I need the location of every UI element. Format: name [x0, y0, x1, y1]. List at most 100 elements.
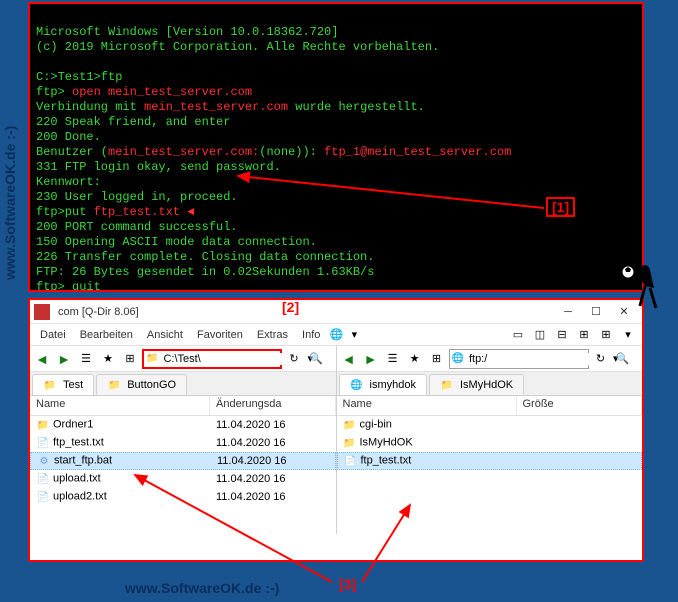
annotation-label-3: [3]	[335, 576, 360, 592]
titlebar[interactable]: com [Q-Dir 8.06] ─ ☐ ✕	[30, 300, 642, 324]
col-name[interactable]: Name	[337, 396, 517, 415]
list-item[interactable]: 📁Ordner1 11.04.2020 16	[30, 416, 336, 434]
folder-icon: 📁	[36, 418, 50, 432]
search-icon[interactable]: 🔍	[306, 349, 326, 369]
layout-2v-icon[interactable]: ◫	[530, 325, 550, 345]
folder-icon: 📁	[343, 418, 357, 432]
tab-test[interactable]: 📁Test	[32, 374, 94, 395]
forward-button[interactable]: ►	[361, 349, 381, 369]
soccer-graphic	[620, 258, 660, 318]
left-address-bar[interactable]: 📁 ▾	[142, 349, 282, 369]
term-user: ftp_1@mein_test_server.com	[324, 145, 511, 159]
list-item[interactable]: 📁cgi-bin	[337, 416, 643, 434]
command-prompt-window[interactable]: Microsoft Windows [Version 10.0.18362.72…	[28, 2, 644, 292]
star-icon[interactable]: ★	[405, 349, 425, 369]
tree-icon[interactable]: ⊞	[120, 349, 140, 369]
left-tabs: 📁Test 📁ButtonGO	[30, 372, 336, 396]
list-item-selected[interactable]: ⚙start_ftp.bat 11.04.2020 16	[30, 452, 336, 470]
tree-icon[interactable]: ⊞	[427, 349, 447, 369]
col-date[interactable]: Änderungsda	[210, 396, 336, 415]
window-title: com [Q-Dir 8.06]	[58, 306, 554, 318]
list-item-selected[interactable]: 📄ftp_test.txt	[337, 452, 643, 470]
term-line: ftp> quit	[36, 280, 101, 292]
term-line: 230 User logged in, proceed.	[36, 190, 238, 204]
list-item[interactable]: 📄ftp_test.txt 11.04.2020 16	[30, 434, 336, 452]
term-line: FTP: 26 Bytes gesendet in 0.02Sekunden 1…	[36, 265, 374, 279]
file-icon: 📄	[36, 490, 50, 504]
list-item[interactable]: 📁IsMyHdOK	[337, 434, 643, 452]
annotation-label-2: [2]	[278, 299, 303, 315]
maximize-button[interactable]: ☐	[582, 303, 610, 321]
right-pane: ◄ ► ☰ ★ ⊞ 🌐 ▾ ↻ 🔍 🌐ismyhdok 📁IsMyHdOK Na…	[337, 346, 643, 534]
left-list-header[interactable]: Name Änderungsda	[30, 396, 336, 416]
term-line: 331 FTP login okay, send password.	[36, 160, 281, 174]
annotation-label-1: [1]	[546, 197, 575, 217]
term-line: 200 Done.	[36, 130, 101, 144]
tab-ismyhdok[interactable]: 🌐ismyhdok	[339, 374, 427, 395]
folder-icon: 📁	[43, 378, 57, 392]
watermark-side: www.SoftwareOK.de :-)	[2, 126, 18, 280]
refresh-icon[interactable]: ↻	[591, 349, 611, 369]
layout-3-icon[interactable]: ⊞	[574, 325, 594, 345]
left-pane: ◄ ► ☰ ★ ⊞ 📁 ▾ ↻ 🔍 📁Test 📁ButtonGO Name	[30, 346, 337, 534]
term-host: mein_test_server.com	[144, 100, 288, 114]
menu-extras[interactable]: Extras	[251, 327, 294, 343]
right-file-list[interactable]: 📁cgi-bin 📁IsMyHdOK 📄ftp_test.txt	[337, 416, 643, 534]
view-icon[interactable]: ☰	[383, 349, 403, 369]
folder-icon: 📁	[440, 378, 454, 392]
view-icon[interactable]: ☰	[76, 349, 96, 369]
term-line: ftp>put	[36, 205, 94, 219]
ftp-icon: 🌐	[350, 378, 364, 392]
layout-4-icon[interactable]: ⊞	[596, 325, 616, 345]
term-line: 150 Opening ASCII mode data connection.	[36, 235, 317, 249]
app-icon	[34, 304, 50, 320]
menu-info[interactable]: Info	[296, 327, 326, 343]
star-icon[interactable]: ★	[98, 349, 118, 369]
minimize-button[interactable]: ─	[554, 303, 582, 321]
layout-2h-icon[interactable]: ⊟	[552, 325, 572, 345]
list-item[interactable]: 📄upload2.txt 11.04.2020 16	[30, 488, 336, 506]
file-icon: 📄	[344, 454, 358, 468]
term-line: C:>Test1>ftp	[36, 70, 122, 84]
globe-icon[interactable]: 🌐	[328, 327, 344, 343]
qdir-window: com [Q-Dir 8.06] ─ ☐ ✕ Datei Bearbeiten …	[28, 298, 644, 562]
tab-ismyhdok2[interactable]: 📁IsMyHdOK	[429, 374, 524, 395]
term-line: 226 Transfer complete. Closing data conn…	[36, 250, 374, 264]
term-line: 220 Speak friend, and enter	[36, 115, 230, 129]
term-filename: ftp_test.txt	[94, 205, 180, 219]
panes-container: ◄ ► ☰ ★ ⊞ 📁 ▾ ↻ 🔍 📁Test 📁ButtonGO Name	[30, 346, 642, 534]
col-size[interactable]: Größe	[517, 396, 643, 415]
back-button[interactable]: ◄	[339, 349, 359, 369]
list-item[interactable]: 📄upload.txt 11.04.2020 16	[30, 470, 336, 488]
folder-icon: 📁	[146, 352, 158, 366]
menu-bar: Datei Bearbeiten Ansicht Favoriten Extra…	[30, 324, 642, 346]
forward-button[interactable]: ►	[54, 349, 74, 369]
search-icon[interactable]: 🔍	[613, 349, 633, 369]
menu-file[interactable]: Datei	[34, 327, 72, 343]
right-list-header[interactable]: Name Größe	[337, 396, 643, 416]
left-toolbar: ◄ ► ☰ ★ ⊞ 📁 ▾ ↻ 🔍	[30, 346, 336, 372]
refresh-icon[interactable]: ↻	[284, 349, 304, 369]
menu-favorites[interactable]: Favoriten	[191, 327, 249, 343]
left-file-list[interactable]: 📁Ordner1 11.04.2020 16 📄ftp_test.txt 11.…	[30, 416, 336, 534]
layout-1-icon[interactable]: ▭	[508, 325, 528, 345]
menu-view[interactable]: Ansicht	[141, 327, 189, 343]
dropdown-icon[interactable]: ▾	[346, 327, 362, 343]
watermark-footer: www.SoftwareOK.de :-)	[125, 580, 279, 596]
right-address-bar[interactable]: 🌐 ▾	[449, 349, 589, 369]
menu-edit[interactable]: Bearbeiten	[74, 327, 139, 343]
ftp-icon: 🌐	[452, 352, 464, 366]
file-icon: 📄	[36, 472, 50, 486]
tab-buttongo[interactable]: 📁ButtonGO	[96, 374, 187, 395]
back-button[interactable]: ◄	[32, 349, 52, 369]
folder-icon: 📁	[343, 436, 357, 450]
term-line: Microsoft Windows [Version 10.0.18362.72…	[36, 25, 338, 39]
right-toolbar: ◄ ► ☰ ★ ⊞ 🌐 ▾ ↻ 🔍	[337, 346, 643, 372]
term-line: (c) 2019 Microsoft Corporation. Alle Rec…	[36, 40, 439, 54]
file-icon: 📄	[36, 436, 50, 450]
layout-dd-icon[interactable]: ▾	[618, 325, 638, 345]
col-name[interactable]: Name	[30, 396, 210, 415]
bat-file-icon: ⚙	[37, 454, 51, 468]
term-cmd: open mein_test_server.com	[72, 85, 252, 99]
term-line: Verbindung mit	[36, 100, 144, 114]
